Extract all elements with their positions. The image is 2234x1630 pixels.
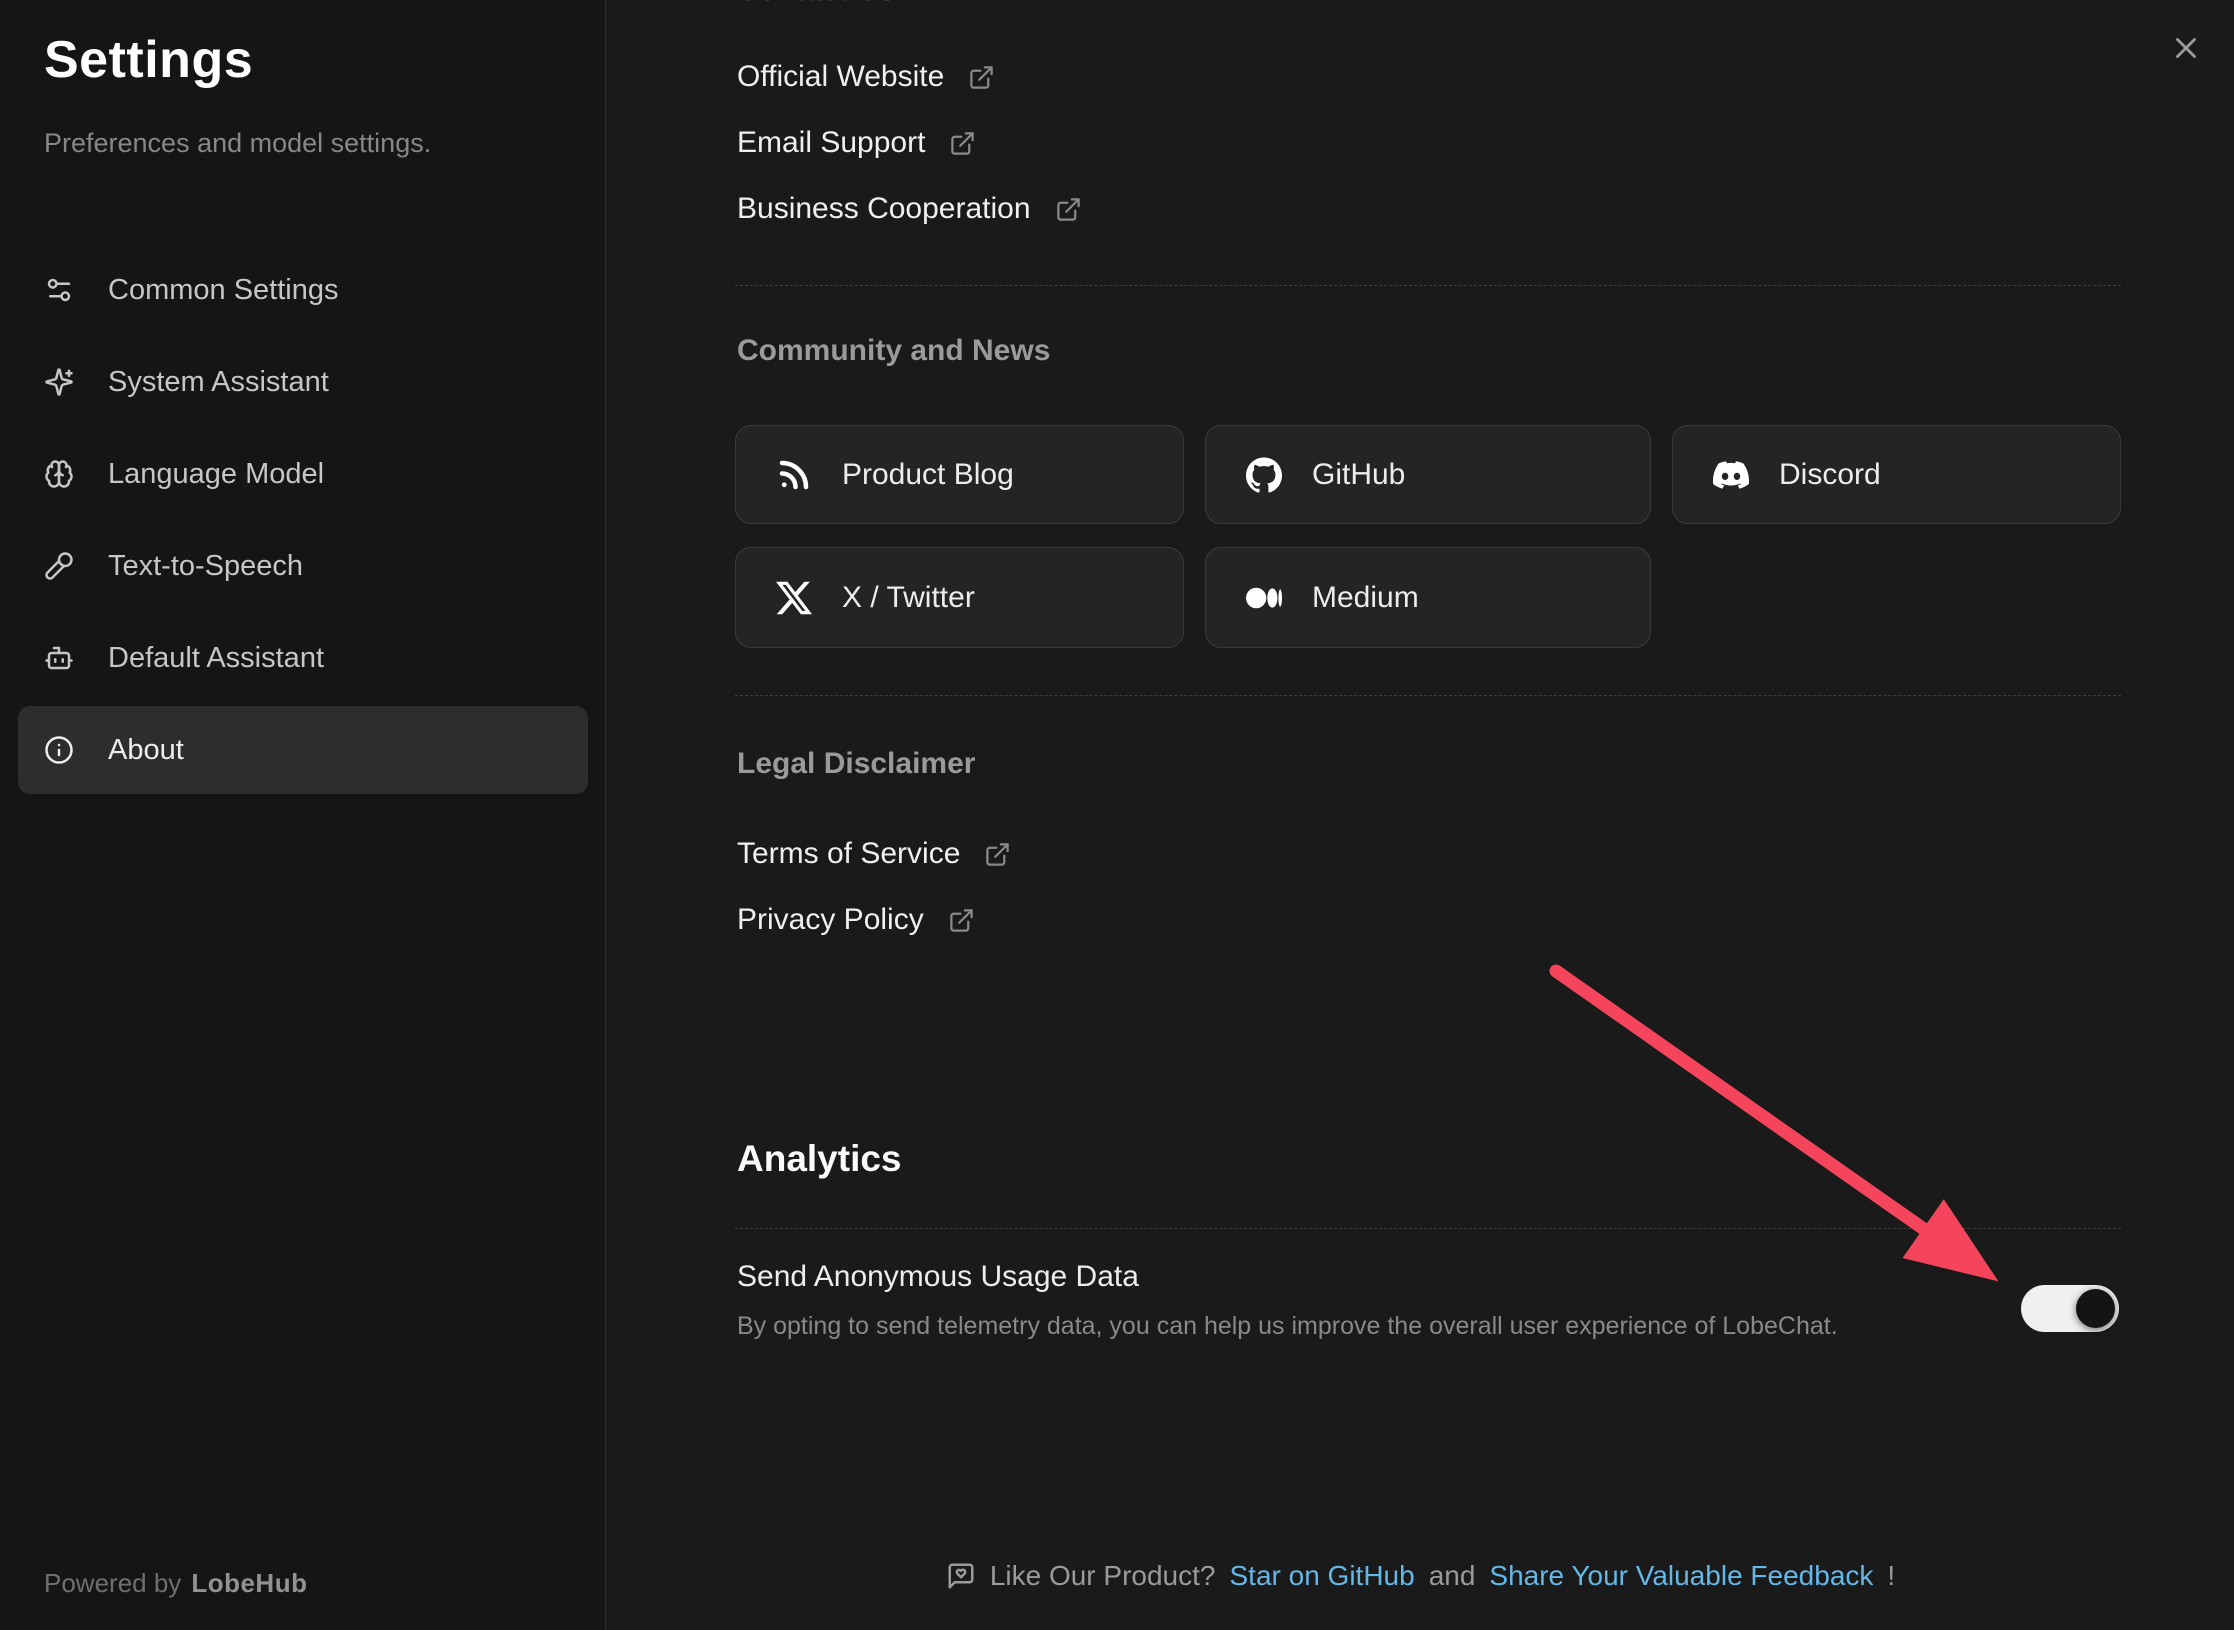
powered-by: Powered by LobeHub [44,1568,307,1599]
github-icon [1246,457,1282,493]
rss-icon [776,457,812,493]
button-label: Product Blog [842,458,1014,492]
section-divider [735,1228,2121,1229]
legal-section-heading: Legal Disclaimer [737,747,975,781]
button-label: X / Twitter [842,581,975,615]
share-feedback-link[interactable]: Share Your Valuable Feedback [1489,1560,1873,1592]
section-divider [735,695,2121,696]
sidebar-item-label: System Assistant [108,366,329,399]
sidebar-item-label: About [108,734,184,767]
sparkles-icon [44,367,74,397]
send-usage-data-toggle[interactable] [2021,1285,2119,1332]
analytics-section-heading: Analytics [737,1138,902,1180]
star-on-github-link[interactable]: Star on GitHub [1229,1560,1414,1592]
sidebar-item-about[interactable]: About [18,706,588,794]
toggle-knob [2076,1289,2115,1328]
contact-section-heading: Contact Us [737,0,895,8]
section-divider [735,285,2121,286]
discord-button[interactable]: Discord [1672,425,2121,524]
github-button[interactable]: GitHub [1205,425,1651,524]
official-website-link[interactable]: Official Website [737,60,995,94]
x-twitter-button[interactable]: X / Twitter [735,547,1184,648]
sidebar-item-language-model[interactable]: Language Model [18,430,588,518]
about-settings-panel: Contact Us Official Website Email Suppor… [607,0,2234,1630]
medium-button[interactable]: Medium [1205,547,1651,648]
sliders-icon [44,275,74,305]
link-label: Privacy Policy [737,903,924,937]
info-icon [44,735,74,765]
send-usage-data-label: Send Anonymous Usage Data [737,1260,1139,1294]
external-link-icon [984,841,1011,868]
sidebar-item-common-settings[interactable]: Common Settings [18,246,588,334]
discord-icon [1713,457,1749,493]
button-label: Discord [1779,458,1881,492]
sidebar-item-default-assistant[interactable]: Default Assistant [18,614,588,702]
email-support-link[interactable]: Email Support [737,126,976,160]
external-link-icon [949,130,976,157]
send-usage-data-description: By opting to send telemetry data, you ca… [737,1312,1838,1341]
sidebar-item-system-assistant[interactable]: System Assistant [18,338,588,426]
powered-by-label: Powered by [44,1568,181,1598]
medium-icon [1246,580,1282,616]
sidebar-item-label: Common Settings [108,274,339,307]
close-button[interactable] [2158,20,2214,76]
sidebar-item-label: Text-to-Speech [108,550,303,583]
mic-icon [44,551,74,581]
external-link-icon [968,64,995,91]
business-cooperation-link[interactable]: Business Cooperation [737,192,1082,226]
product-blog-button[interactable]: Product Blog [735,425,1184,524]
page-title: Settings [44,30,253,90]
footer-text: ! [1887,1560,1895,1592]
settings-sidebar: Settings Preferences and model settings.… [0,0,606,1630]
settings-nav: Common Settings System Assistant Languag… [18,246,588,798]
button-label: GitHub [1312,458,1405,492]
terms-of-service-link[interactable]: Terms of Service [737,837,1011,871]
page-subtitle: Preferences and model settings. [44,128,431,159]
button-label: Medium [1312,581,1419,615]
x-twitter-icon [776,580,812,616]
sidebar-item-label: Language Model [108,458,324,491]
sidebar-item-label: Default Assistant [108,642,324,675]
main-footer: Like Our Product? Star on GitHub and Sha… [607,1560,2234,1592]
privacy-policy-link[interactable]: Privacy Policy [737,903,975,937]
external-link-icon [948,907,975,934]
external-link-icon [1055,196,1082,223]
bot-icon [44,643,74,673]
community-section-heading: Community and News [737,334,1050,368]
footer-text: and [1429,1560,1476,1592]
link-label: Business Cooperation [737,192,1031,226]
link-label: Official Website [737,60,944,94]
feedback-bubble-icon [946,1561,976,1591]
footer-text: Like Our Product? [990,1560,1216,1592]
brand-logo: LobeHub [191,1568,307,1598]
link-label: Terms of Service [737,837,960,871]
brain-icon [44,459,74,489]
close-icon [2169,31,2203,65]
sidebar-item-text-to-speech[interactable]: Text-to-Speech [18,522,588,610]
link-label: Email Support [737,126,925,160]
